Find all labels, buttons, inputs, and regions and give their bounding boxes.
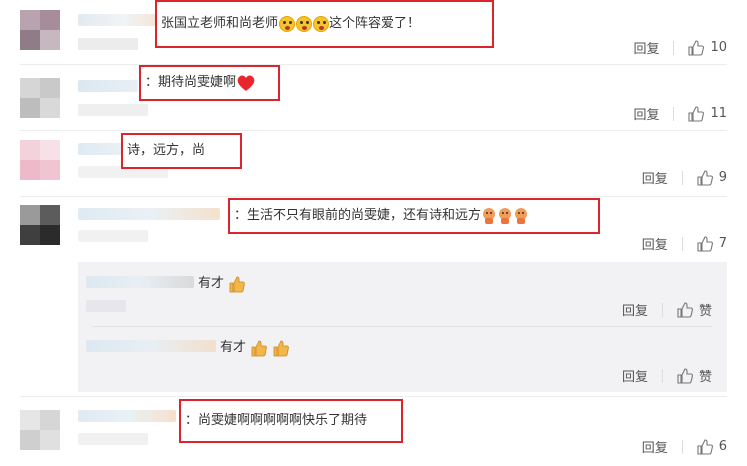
- thumbs-up-outline-icon[interactable]: [677, 301, 693, 318]
- divider: [681, 236, 683, 251]
- comment-text: 诗，远方，尚: [127, 143, 206, 158]
- like-count[interactable]: 7: [719, 236, 727, 251]
- like-button[interactable]: 赞: [699, 366, 712, 385]
- reply-button[interactable]: 回复: [622, 300, 648, 319]
- thumbs-up-outline-icon[interactable]: [697, 438, 713, 455]
- divider: [92, 326, 712, 327]
- comment-text: ：期待尚雯婕啊: [145, 75, 237, 90]
- reply-button[interactable]: 回复: [642, 234, 668, 253]
- comment-actions: 回复 10: [633, 38, 727, 57]
- reply-actions: 回复 赞: [622, 300, 712, 319]
- divider: [673, 40, 675, 55]
- username-blurred: [78, 230, 148, 242]
- comment-text-highlight: ：期待尚雯婕啊: [139, 65, 280, 101]
- comment-text-highlight: ：尚雯婕啊啊啊啊啊快乐了期待: [179, 399, 403, 443]
- reply-item: 有才: [198, 272, 246, 293]
- comment-text-highlight: 诗，远方，尚: [121, 133, 242, 169]
- comment-text-highlight: ：生活不只有眼前的尚雯婕，还有诗和远方: [228, 198, 600, 234]
- reply-actions: 回复 赞: [622, 366, 712, 385]
- like-button[interactable]: 赞: [699, 300, 712, 319]
- username-blurred[interactable]: [78, 410, 176, 422]
- shocked-face-emoji: [296, 16, 313, 32]
- thumbs-up-emoji: [229, 276, 245, 292]
- shocked-face-emoji: [313, 16, 330, 32]
- divider: [20, 196, 727, 197]
- thumbs-up-outline-icon[interactable]: [688, 105, 705, 122]
- username-blurred[interactable]: [78, 143, 123, 155]
- comment-actions: 回复 7: [642, 234, 727, 253]
- divider: [673, 106, 675, 121]
- divider: [20, 130, 727, 131]
- comment-text: ：尚雯婕啊啊啊啊啊快乐了期待: [185, 413, 368, 428]
- fist-emoji: [499, 208, 512, 224]
- reply-button[interactable]: 回复: [633, 38, 659, 57]
- username-blurred: [78, 38, 138, 50]
- comment-text: ：生活不只有眼前的尚雯婕，还有诗和远方: [234, 208, 482, 223]
- fist-emoji: [515, 208, 528, 224]
- username-blurred: [86, 300, 126, 312]
- comment-actions: 回复 11: [633, 104, 727, 123]
- comment-actions: 回复 9: [642, 168, 727, 187]
- avatar[interactable]: [20, 78, 60, 118]
- comment-text-highlight: 张国立老师和尚老师 这个阵容爱了！: [155, 0, 494, 48]
- username-blurred[interactable]: [86, 340, 216, 352]
- avatar[interactable]: [20, 410, 60, 450]
- thumbs-up-emoji: [251, 340, 267, 356]
- thumbs-up-outline-icon[interactable]: [677, 367, 693, 384]
- thumbs-up-outline-icon[interactable]: [697, 169, 713, 186]
- reply-button[interactable]: 回复: [642, 437, 668, 456]
- thumbs-up-emoji: [273, 340, 290, 356]
- reply-button[interactable]: 回复: [642, 168, 668, 187]
- comment-actions: 回复 6: [642, 437, 727, 456]
- divider: [20, 64, 727, 65]
- thumbs-up-outline-icon[interactable]: [697, 235, 713, 252]
- fist-emoji: [483, 208, 496, 224]
- avatar[interactable]: [20, 10, 60, 50]
- avatar[interactable]: [20, 140, 60, 180]
- reply-text: 有才: [198, 276, 225, 291]
- comment-text: 张国立老师和尚老师: [161, 16, 279, 31]
- reply-text: 有才: [220, 340, 247, 355]
- like-count[interactable]: 11: [710, 106, 727, 121]
- divider: [681, 439, 683, 454]
- comment-text-suffix: 这个阵容爱了！: [329, 16, 421, 31]
- red-heart-emoji: [237, 75, 255, 91]
- username-blurred: [78, 104, 148, 116]
- avatar[interactable]: [20, 205, 60, 245]
- like-count[interactable]: 10: [710, 40, 727, 55]
- reply-button[interactable]: 回复: [622, 366, 648, 385]
- shocked-face-emoji: [279, 16, 296, 32]
- username-blurred[interactable]: [78, 208, 220, 220]
- like-count[interactable]: 6: [719, 439, 727, 454]
- divider: [681, 170, 683, 185]
- reply-item: 有才: [220, 336, 290, 357]
- divider: [661, 368, 663, 383]
- divider: [20, 396, 727, 397]
- username-blurred[interactable]: [78, 80, 138, 92]
- reply-button[interactable]: 回复: [633, 104, 659, 123]
- divider: [661, 302, 663, 317]
- username-blurred[interactable]: [86, 276, 194, 288]
- like-count[interactable]: 9: [719, 170, 727, 185]
- thumbs-up-outline-icon[interactable]: [688, 39, 705, 56]
- username-blurred: [78, 433, 148, 445]
